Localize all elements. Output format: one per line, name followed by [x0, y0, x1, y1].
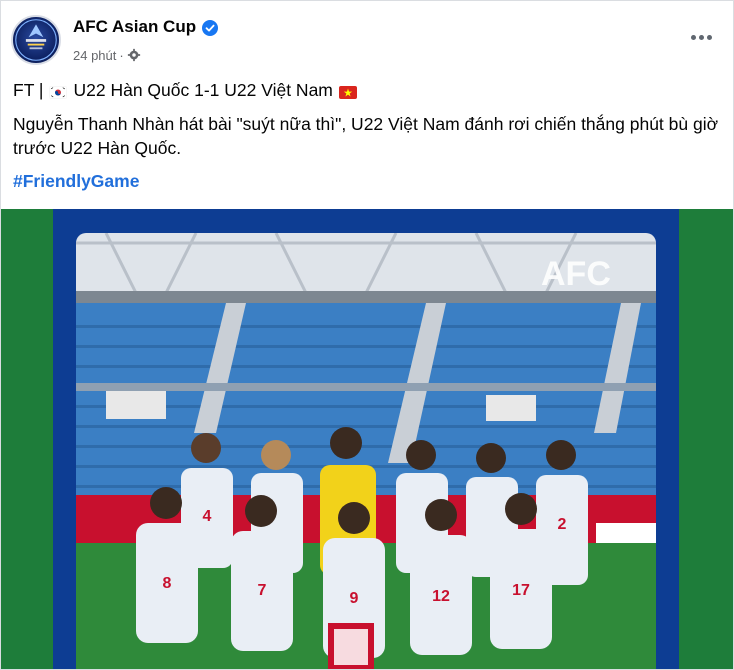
score-prefix: FT |	[13, 80, 44, 100]
facebook-post: AFC Asian Cup 24 phút · FT | U22 Hàn Quố…	[0, 0, 734, 670]
meta-separator: ·	[119, 48, 124, 63]
jersey-number-front-3: 9	[350, 590, 359, 607]
jersey-number-front-1: 8	[163, 575, 172, 592]
hashtag-link[interactable]: #FriendlyGame	[13, 171, 139, 192]
jersey-number-back-1: 4	[203, 508, 212, 525]
jersey-number-back-6: 2	[558, 516, 567, 533]
page-avatar[interactable]	[11, 15, 61, 65]
post-text-score-line: FT | U22 Hàn Quốc 1-1 U22 Việt Nam	[13, 78, 363, 102]
team-photo-illustration: AFC 4 2 8 7 9 12 17	[76, 233, 656, 669]
post-text-body: Nguyễn Thanh Nhàn hát bài "suýt nữa thì"…	[13, 114, 719, 158]
team-photo[interactable]: AFC 4 2 8 7 9 12 17	[76, 233, 656, 669]
vietnam-flag-icon	[338, 86, 357, 99]
south-korea-flag-icon	[49, 86, 68, 99]
page-name-link[interactable]: AFC Asian Cup	[73, 17, 196, 37]
score-text: U22 Hàn Quốc 1-1 U22 Việt Nam	[73, 80, 333, 100]
post-header: AFC Asian Cup 24 phút ·	[1, 1, 733, 73]
verified-badge-icon	[202, 20, 218, 36]
gear-icon[interactable]	[127, 48, 141, 62]
svg-text:AFC: AFC	[541, 255, 611, 293]
post-meta: 24 phút ·	[73, 48, 141, 63]
more-options-icon[interactable]	[685, 25, 717, 49]
jersey-number-front-2: 7	[258, 582, 267, 599]
jersey-number-front-4: 12	[432, 588, 450, 605]
post-timestamp[interactable]: 24 phút	[73, 48, 116, 63]
jersey-number-front-5: 17	[512, 582, 530, 599]
